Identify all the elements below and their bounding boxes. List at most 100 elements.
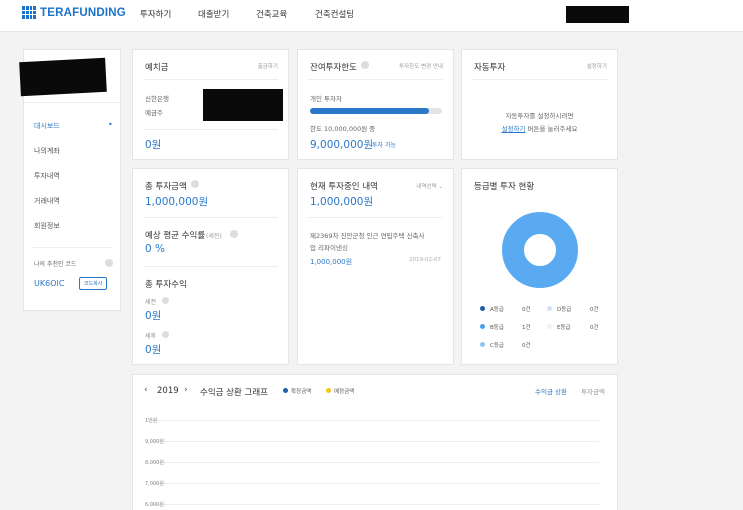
expected-dot-icon [326,388,331,393]
help-icon [162,297,169,304]
legend-confirmed: 확정금액 [283,387,311,395]
help-icon [105,259,113,267]
sidebar-item-account[interactable]: 나의계좌 [34,146,60,156]
logo-text: TERAFUNDING [40,6,126,19]
legend-item-b: B등급 1건 [480,323,531,331]
tab-investment-amount[interactable]: 투자금액 [581,386,605,396]
y-tick-label: 6,000원 [145,502,164,508]
tab-repayment[interactable]: 수익금 상환 [535,386,567,396]
grade-status-title: 등급별 투자 현황 [474,182,535,192]
chevron-down-icon: ⌄ [438,184,443,190]
redacted-user-name [566,6,629,23]
sidebar-item-profile[interactable]: 회원정보 [34,221,60,231]
limit-progress-fill [310,108,429,114]
legend-dot-icon [547,306,552,311]
active-indicator-icon: • [108,120,113,129]
expected-yield-value: 0 % [145,243,165,255]
y-tick-label: 9,000원 [145,439,164,445]
total-investment-card: 총 투자금액 1,000,000원 예상 평균 수익률 (세전) 0 % 총 투… [132,168,289,365]
nav-loan[interactable]: 대출받기 [198,8,229,20]
deposit-title: 예치금 [145,63,169,73]
investment-filter-select[interactable]: 내역선택 ⌄ [416,182,443,190]
y-tick-label: 8,000원 [145,460,164,466]
referral-code: UK6OIC [34,279,65,288]
top-navigation-bar: TERAFUNDING 투자하기 대출받기 건축교육 건축컨설팅 [0,0,743,32]
legend-item-e: E등급 0건 [547,323,599,331]
bank-name: 신한은행 [145,95,169,103]
repayment-graph-card: ‹ 2019 › 수익금 상환 그래프 확정금액 예정금액 수익금 상환 투자금… [132,374,618,510]
logo[interactable]: TERAFUNDING [22,6,126,19]
current-investments-card: 현재 투자중인 내역 내역선택 ⌄ 1,000,000원 제2369차 진안군청… [297,168,454,365]
help-icon [162,331,169,338]
account-holder-label: 예금주 [145,109,163,117]
nav-education[interactable]: 건축교육 [256,8,287,20]
total-investment-amount: 1,000,000원 [145,196,209,208]
aftertax-value: 0원 [145,344,162,356]
investor-type: 개인 투자자 [310,95,342,103]
limit-total-text: 한도 10,000,000원 중 [310,125,376,133]
y-tick-label: 1만원 [145,418,158,424]
auto-settings-link[interactable]: 설정하기 [587,62,607,70]
nav-invest[interactable]: 투자하기 [140,8,171,20]
legend-expected: 예정금액 [326,387,354,395]
graph-year: 2019 [157,386,179,396]
auto-invest-message: 자동투자를 설정하시려면 [505,112,574,120]
sidebar: 대시보드 • 나의계좌 투자내역 거래내역 회원정보 나의 추천인 코드 UK6… [19,49,121,311]
deposit-card: 예치금 출금하기 신한은행 예금주 0원 [132,49,289,160]
grid-line [151,462,599,463]
current-investment-amount: 1,000,000원 [310,196,374,208]
help-icon [361,61,369,69]
expected-yield-title: 예상 평균 수익률 [145,231,206,241]
auto-invest-title: 자동투자 [474,63,506,73]
help-icon [230,230,238,238]
y-tick-label: 7,000원 [145,481,164,487]
help-icon [191,180,199,188]
prev-year-icon[interactable]: ‹ [144,385,148,395]
copy-code-button[interactable]: 코드복사 [79,277,108,290]
pretax-label: 세전 [145,299,157,306]
auto-invest-card: 자동투자 설정하기 자동투자를 설정하시려면 설정하기 버튼을 눌러주세요 [461,49,618,160]
grade-status-card: 등급별 투자 현황 A등급 0건 D등급 0건 B등급 1건 E등급 0건 C등… [461,168,618,365]
nav-consulting[interactable]: 건축컨설팅 [315,8,354,20]
sidebar-item-investments[interactable]: 투자내역 [34,171,60,181]
grid-line [151,483,599,484]
pretax-value: 0원 [145,310,162,322]
sidebar-item-transactions[interactable]: 거래내역 [34,196,60,206]
filter-label: 내역선택 [416,184,437,190]
current-investments-title: 현재 투자중인 내역 [310,182,378,192]
legend-item-d: D등급 0건 [547,305,599,313]
auto-settings-inline-link[interactable]: 설정하기 [502,125,526,133]
legend-dot-icon [480,342,485,347]
expected-yield-sub: (세전) [206,233,222,240]
investment-item-amount: 1,000,000원 [310,258,353,266]
donut-hole [526,236,554,264]
sidebar-item-dashboard[interactable]: 대시보드 [34,121,60,131]
auto-invest-message-2: 버튼을 눌러주세요 [525,125,578,133]
investment-item-title-line1[interactable]: 제2369차 진안군청 인근 연립주택 신축사 [310,230,425,240]
next-year-icon[interactable]: › [184,385,188,395]
limit-title: 잔여투자한도 [310,63,357,73]
available-amount: 9,000,000원 [310,139,374,151]
deposit-amount: 0원 [145,139,162,151]
total-profit-title: 총 투자수익 [145,280,187,290]
graph-title: 수익금 상환 그래프 [200,388,268,398]
investment-item-date: 2019-02-07 [409,257,441,263]
legend-dot-icon [547,324,552,329]
withdraw-link[interactable]: 출금하기 [258,62,278,70]
limit-info-link[interactable]: 투자한도 변경 안내 [399,62,443,70]
aftertax-label: 세후 [145,333,157,340]
confirmed-dot-icon [283,388,288,393]
grid-line [151,441,599,442]
legend-item-c: C등급 0건 [480,341,531,349]
investment-limit-card: 잔여투자한도 투자한도 변경 안내 개인 투자자 한도 10,000,000원 … [297,49,454,160]
limit-progress-bar [310,108,442,114]
redacted-profile [19,57,107,97]
redacted-account-info [203,89,283,121]
referral-label: 나의 추천인 코드 [34,261,77,268]
legend-dot-icon [480,324,485,329]
legend-dot-icon [480,306,485,311]
investment-item-title-line2[interactable]: 업 리파이낸싱 [310,242,348,252]
grid-line [151,420,599,421]
grid-line [151,504,599,505]
grade-donut-chart [502,212,578,288]
